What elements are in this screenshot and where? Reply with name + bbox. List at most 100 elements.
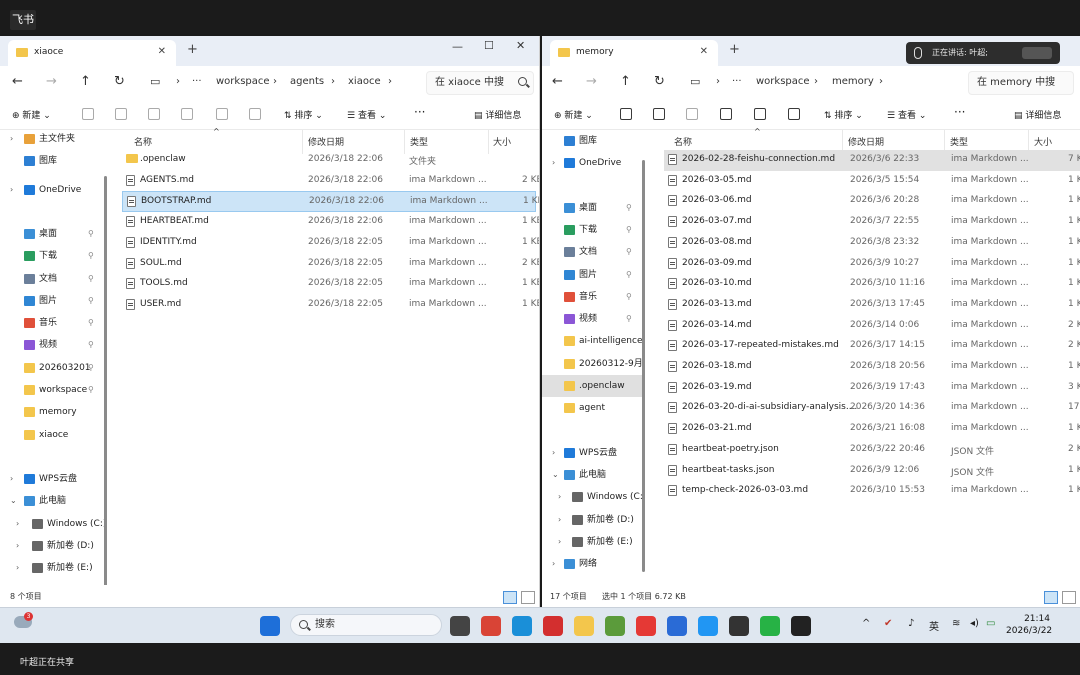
nav-item[interactable]: 图片 ⚲ <box>542 264 642 286</box>
nav-item[interactable]: › OneDrive <box>542 152 642 174</box>
overflow-icon[interactable]: ··· <box>192 76 202 87</box>
nav-item[interactable]: 202603201 ⚲ <box>0 357 108 379</box>
chrome-app-icon[interactable] <box>481 616 501 636</box>
mic-icon[interactable]: ♪ <box>908 618 914 629</box>
nav-item[interactable]: › 网络 <box>542 553 642 575</box>
share-icon[interactable] <box>216 108 228 120</box>
search-input[interactable]: 在 xiaoce 中搜 <box>426 71 534 95</box>
nav-scrollbar[interactable] <box>642 160 645 572</box>
file-row[interactable]: 2026-02-28-feishu-connection.md 2026/3/6 … <box>664 150 1080 171</box>
chevron-down-icon[interactable]: ⌄ <box>10 490 17 512</box>
nav-item[interactable]: 桌面 ⚲ <box>0 223 108 245</box>
new-tab-button[interactable]: + <box>187 42 198 57</box>
antivirus-icon[interactable]: ✔ <box>884 618 892 629</box>
start-button[interactable] <box>260 616 280 636</box>
nav-item[interactable]: › 新加卷 (D:) <box>0 535 108 557</box>
column-type[interactable]: 类型 <box>950 135 968 148</box>
cut-icon[interactable] <box>82 108 94 120</box>
file-row[interactable]: USER.md 2026/3/18 22:05 ima Markdown ... 1 … <box>122 295 539 316</box>
nav-item[interactable]: ⌄ 此电脑 <box>0 490 108 512</box>
taskbar-search[interactable]: 搜索 <box>290 614 442 636</box>
nav-item[interactable]: › WPS云盘 <box>0 468 108 490</box>
chevron-right-icon[interactable]: › <box>552 442 555 464</box>
minimize-button[interactable]: — <box>452 40 463 53</box>
terminal-app-icon[interactable] <box>729 616 749 636</box>
overflow-icon[interactable]: ··· <box>732 76 742 87</box>
nav-item[interactable]: ⌄ 此电脑 <box>542 464 642 486</box>
nav-item[interactable]: 文档 ⚲ <box>542 241 642 263</box>
nav-item[interactable]: 音乐 ⚲ <box>0 312 108 334</box>
chevron-right-icon[interactable]: › <box>16 535 19 557</box>
file-row[interactable]: 2026-03-09.md 2026/3/9 10:27 ima Markdown … <box>664 254 1080 275</box>
nav-item[interactable]: 视频 ⚲ <box>542 308 642 330</box>
tab-memory[interactable]: memory ✕ <box>550 40 718 66</box>
details-view-button[interactable] <box>503 591 517 604</box>
nav-item[interactable]: › WPS云盘 <box>542 442 642 464</box>
tiles-view-button[interactable] <box>521 591 535 604</box>
nav-item[interactable]: › 主文件夹 <box>0 130 108 150</box>
column-type[interactable]: 类型 <box>410 135 428 148</box>
nav-item[interactable]: .openclaw <box>542 375 642 397</box>
new-button[interactable]: ⊕ 新建 ⌄ <box>554 108 593 121</box>
chevron-right-icon[interactable]: › <box>558 531 561 553</box>
column-size[interactable]: 大小 <box>493 135 511 148</box>
explorer-app-icon[interactable] <box>574 616 594 636</box>
chevron-right-icon[interactable]: › <box>558 486 561 508</box>
nav-item[interactable]: 视频 ⚲ <box>0 334 108 356</box>
file-row[interactable]: 2026-03-07.md 2026/3/7 22:55 ima Markdown … <box>664 212 1080 233</box>
nav-item[interactable]: 图片 ⚲ <box>0 290 108 312</box>
ime-indicator[interactable]: 英 <box>929 618 939 633</box>
nav-item[interactable]: memory <box>0 401 108 423</box>
paste-icon[interactable] <box>148 108 160 120</box>
up-button[interactable]: ↑ <box>620 74 631 89</box>
sort-button[interactable]: ⇅ 排序 ⌄ <box>824 108 863 121</box>
chevron-down-icon[interactable]: ⌄ <box>552 464 559 486</box>
tiles-view-button[interactable] <box>1062 591 1076 604</box>
monitor-icon[interactable]: ▭ <box>690 75 700 88</box>
details-button[interactable]: ▤ 详细信息 <box>1014 108 1061 121</box>
refresh-button[interactable]: ↻ <box>114 74 125 89</box>
battery-icon[interactable]: ▭ <box>986 618 995 629</box>
file-row[interactable]: 2026-03-17-repeated-mistakes.md 2026/3/17… <box>664 336 1080 357</box>
feishu-app-icon[interactable] <box>667 616 687 636</box>
wifi-icon[interactable]: ≋ <box>952 618 960 629</box>
copy-icon[interactable] <box>115 108 127 120</box>
breadcrumb-agents[interactable]: agents <box>290 76 324 87</box>
file-row[interactable]: BOOTSTRAP.md 2026/3/18 22:06 ima Markdown … <box>122 191 539 213</box>
column-name[interactable]: 名称 <box>134 135 152 148</box>
nav-item[interactable]: › 新加卷 (E:) <box>0 557 108 579</box>
breadcrumb-workspace[interactable]: workspace <box>216 76 270 87</box>
file-row[interactable]: 2026-03-19.md 2026/3/19 17:43 ima Markdown… <box>664 378 1080 399</box>
nav-item[interactable]: agent <box>542 397 642 419</box>
refresh-button[interactable]: ↻ <box>654 74 665 89</box>
sort-button[interactable]: ⇅ 排序 ⌄ <box>284 108 323 121</box>
cut-icon[interactable] <box>620 108 632 120</box>
file-row[interactable]: 2026-03-06.md 2026/3/6 20:28 ima Markdown … <box>664 191 1080 212</box>
nav-item[interactable]: 音乐 ⚲ <box>542 286 642 308</box>
delete-icon[interactable] <box>249 108 261 120</box>
nav-item[interactable]: 下载 ⚲ <box>542 219 642 241</box>
file-row[interactable]: SOUL.md 2026/3/18 22:05 ima Markdown ... 2 … <box>122 254 539 275</box>
file-row[interactable]: heartbeat-tasks.json 2026/3/9 12:06 JSON 文… <box>664 461 1080 482</box>
file-row[interactable]: HEARTBEAT.md 2026/3/18 22:06 ima Markdown … <box>122 212 539 233</box>
file-row[interactable]: .openclaw 2026/3/18 22:06 文件夹 <box>122 150 536 171</box>
nav-item[interactable]: workspace ⚲ <box>0 379 108 401</box>
file-row[interactable]: 2026-03-10.md 2026/3/10 11:16 ima Markdown… <box>664 274 1080 295</box>
column-date[interactable]: 修改日期 <box>848 135 884 148</box>
file-row[interactable]: heartbeat-poetry.json 2026/3/22 20:46 JSON… <box>664 440 1080 461</box>
wechat-app-icon[interactable] <box>760 616 780 636</box>
forward-button[interactable]: → <box>586 74 597 89</box>
file-row[interactable]: IDENTITY.md 2026/3/18 22:05 ima Markdown .… <box>122 233 539 254</box>
breadcrumb-memory[interactable]: memory <box>832 76 874 87</box>
column-size[interactable]: 大小 <box>1034 135 1052 148</box>
maximize-button[interactable]: ☐ <box>484 39 494 52</box>
close-window-button[interactable]: ✕ <box>516 39 525 52</box>
chevron-right-icon[interactable]: › <box>10 130 13 150</box>
nav-item[interactable]: 图库 <box>542 130 642 152</box>
file-row[interactable]: temp-check-2026-03-03.md 2026/3/10 15:53 i… <box>664 481 1080 502</box>
close-tab-icon[interactable]: ✕ <box>158 46 166 57</box>
wps-app-icon[interactable] <box>543 616 563 636</box>
nav-item[interactable]: 下载 ⚲ <box>0 245 108 267</box>
breadcrumb-xiaoce[interactable]: xiaoce <box>348 76 381 87</box>
volume-icon[interactable]: ◂) <box>970 618 979 629</box>
